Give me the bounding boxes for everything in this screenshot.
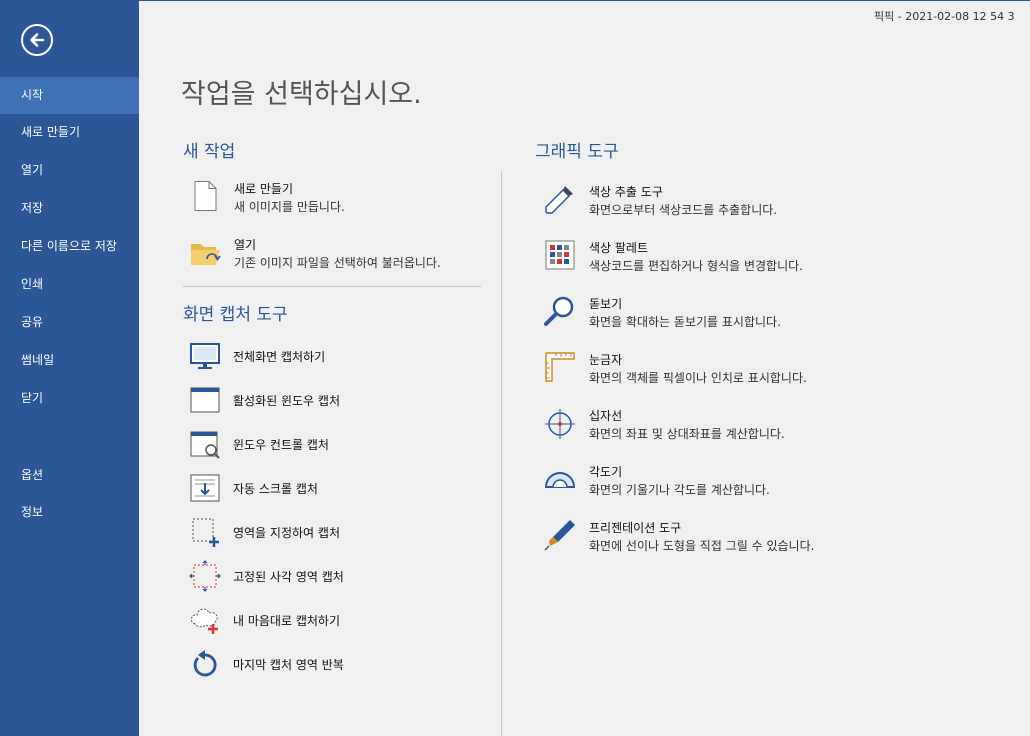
repeat-capture-icon: [193, 650, 217, 677]
palette-title: 색상 팔레트: [589, 241, 649, 255]
graphic-tools-title: 그래픽 도구: [535, 142, 619, 162]
page-heading: 작업을 선택하십시오.: [181, 79, 422, 110]
protractor-title: 각도기: [589, 465, 623, 479]
crosshair-item[interactable]: 십자선 화면의 좌표 및 상대좌표를 계산합니다.: [544, 407, 864, 443]
region-capture-icon: [192, 518, 219, 547]
sidebar-item-start[interactable]: 시작: [0, 77, 139, 114]
back-button[interactable]: [21, 24, 53, 56]
sidebar-item-thumbnail[interactable]: 썸네일: [0, 342, 139, 379]
open-file-item[interactable]: 열기 기존 이미지 파일을 선택하여 불러옵니다.: [190, 236, 480, 272]
active-window-icon: [190, 387, 220, 413]
protractor-desc: 화면의 기울기나 각도를 계산합니다.: [589, 483, 770, 497]
magnifier-desc: 화면을 확대하는 돋보기를 표시합니다.: [589, 315, 781, 329]
new-file-icon: [194, 181, 217, 211]
freehand-capture-label: 내 마음대로 캡처하기: [233, 614, 340, 628]
window-control-icon: [190, 431, 220, 459]
monitor-icon: [190, 343, 220, 369]
presentation-tool-desc: 화면에 선이나 도형을 직접 그릴 수 있습니다.: [589, 539, 815, 553]
repeat-capture-item[interactable]: 마지막 캡처 영역 반복: [189, 648, 479, 680]
presentation-tool-item[interactable]: 프리젠테이션 도구 화면에 선이나 도형을 직접 그릴 수 있습니다.: [544, 519, 864, 555]
sidebar: 시작 새로 만들기 열기 저장 다른 이름으로 저장 인쇄 공유 썸네일 닫기 …: [0, 0, 139, 736]
active-window-capture-item[interactable]: 활성화된 윈도우 캡처: [189, 384, 479, 416]
scroll-capture-icon: [190, 474, 220, 502]
eyedropper-desc: 화면으로부터 색상코드를 추출합니다.: [589, 203, 778, 217]
crosshair-icon: [545, 409, 575, 439]
protractor-icon: [544, 472, 576, 488]
freehand-capture-icon: [190, 608, 218, 634]
fixed-region-capture-item[interactable]: 고정된 사각 영역 캡처: [189, 560, 479, 592]
capture-tools-title: 화면 캡처 도구: [183, 305, 288, 325]
ruler-title: 눈금자: [589, 353, 623, 367]
sidebar-item-close[interactable]: 닫기: [0, 380, 139, 417]
region-capture-label: 영역을 지정하여 캡처: [233, 526, 340, 540]
crosshair-title: 십자선: [589, 409, 623, 423]
protractor-item[interactable]: 각도기 화면의 기울기나 각도를 계산합니다.: [544, 463, 864, 499]
window-control-capture-label: 윈도우 컨트롤 캡처: [233, 438, 329, 452]
new-file-desc: 새 이미지를 만듭니다.: [234, 200, 345, 214]
crosshair-desc: 화면의 좌표 및 상대좌표를 계산합니다.: [589, 427, 785, 441]
palette-desc: 색상코드를 편집하거나 형식을 변경합니다.: [589, 259, 803, 273]
eyedropper-title: 색상 추출 도구: [589, 185, 663, 199]
ruler-icon: [545, 352, 575, 382]
window-control-capture-item[interactable]: 윈도우 컨트롤 캡처: [189, 428, 479, 460]
sidebar-item-save[interactable]: 저장: [0, 190, 139, 227]
ruler-item[interactable]: 눈금자 화면의 객체를 픽셀이나 인치로 표시합니다.: [544, 351, 864, 387]
active-window-capture-label: 활성화된 윈도우 캡처: [233, 394, 340, 408]
fullscreen-capture-label: 전체화면 캡처하기: [233, 350, 326, 364]
sidebar-item-info[interactable]: 정보: [0, 494, 139, 531]
region-capture-item[interactable]: 영역을 지정하여 캡처: [189, 516, 479, 548]
section-divider: [183, 286, 481, 287]
fullscreen-capture-item[interactable]: 전체화면 캡처하기: [189, 340, 479, 372]
repeat-capture-label: 마지막 캡처 영역 반복: [233, 658, 344, 672]
new-task-title: 새 작업: [183, 142, 236, 162]
sidebar-item-open[interactable]: 열기: [0, 152, 139, 189]
scroll-capture-label: 자동 스크롤 캡처: [233, 482, 318, 496]
freehand-capture-item[interactable]: 내 마음대로 캡처하기: [189, 604, 479, 636]
magnifier-icon: [544, 296, 574, 326]
sidebar-item-save-as[interactable]: 다른 이름으로 저장: [0, 228, 139, 265]
sidebar-item-options[interactable]: 옵션: [0, 457, 139, 494]
ruler-desc: 화면의 객체를 픽셀이나 인치로 표시합니다.: [589, 371, 807, 385]
magnifier-item[interactable]: 돋보기 화면을 확대하는 돋보기를 표시합니다.: [544, 295, 864, 331]
palette-icon: [545, 240, 575, 270]
eyedropper-item[interactable]: 색상 추출 도구 화면으로부터 색상코드를 추출합니다.: [544, 183, 864, 219]
fixed-region-capture-label: 고정된 사각 영역 캡처: [233, 570, 344, 584]
fixed-region-icon: [189, 560, 221, 592]
new-file-title: 새로 만들기: [234, 182, 294, 196]
palette-item[interactable]: 색상 팔레트 색상코드를 편집하거나 형식을 변경합니다.: [544, 239, 864, 275]
scroll-capture-item[interactable]: 자동 스크롤 캡처: [189, 472, 479, 504]
magnifier-title: 돋보기: [589, 297, 623, 311]
sidebar-item-share[interactable]: 공유: [0, 304, 139, 341]
open-folder-icon: [191, 244, 221, 265]
sidebar-item-print[interactable]: 인쇄: [0, 266, 139, 303]
top-border: [139, 0, 1030, 1]
presentation-tool-title: 프리젠테이션 도구: [589, 521, 682, 535]
column-divider: [501, 171, 502, 736]
window-title: 픽픽 - 2021-02-08 12 54 3: [874, 10, 1015, 23]
pen-icon: [544, 520, 575, 551]
new-file-item[interactable]: 새로 만들기 새 이미지를 만듭니다.: [190, 180, 480, 216]
open-file-title: 열기: [234, 238, 257, 252]
sidebar-item-new[interactable]: 새로 만들기: [0, 114, 139, 151]
eyedropper-icon: [545, 186, 573, 214]
open-file-desc: 기존 이미지 파일을 선택하여 불러옵니다.: [234, 256, 441, 270]
back-arrow-icon: [30, 33, 45, 47]
